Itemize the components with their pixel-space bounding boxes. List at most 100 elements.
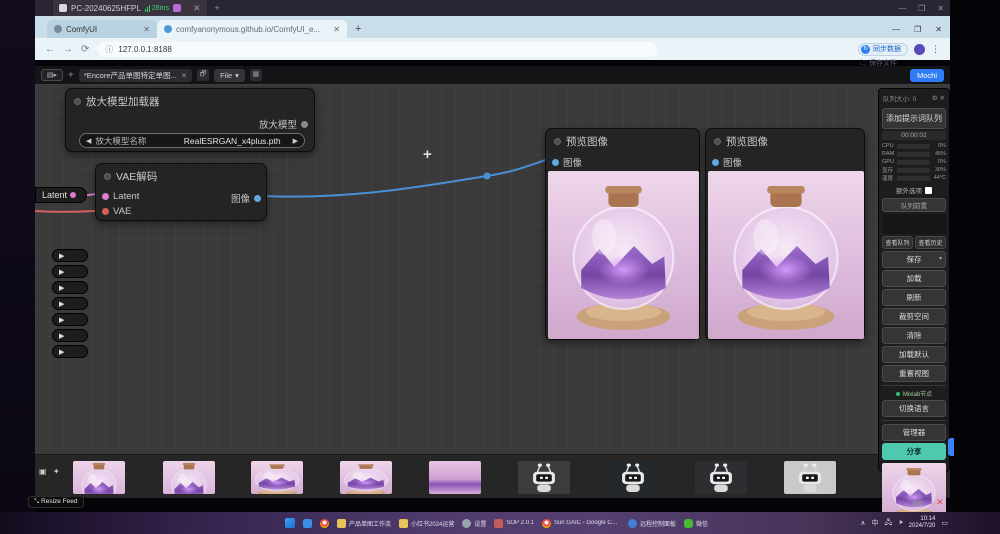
collapsed-node-stub[interactable]: ▶ [52, 313, 88, 326]
input-vae[interactable]: VAE [102, 206, 131, 217]
collapsed-node-stub[interactable]: ▶ [52, 329, 88, 342]
share-button[interactable]: 分享 [882, 443, 946, 460]
collapsed-node-stub[interactable]: ▶ [52, 249, 88, 262]
collapse-dot-icon[interactable] [104, 173, 111, 180]
maximize-icon[interactable]: ❐ [914, 25, 921, 34]
load-default-button[interactable]: 加载默认 [882, 346, 946, 363]
taskbar-app[interactable]: SOP 2.0.1 [494, 519, 534, 528]
extra-options-row[interactable]: 额外选项 [882, 185, 946, 195]
node-header[interactable]: 预览图像 [706, 129, 864, 152]
maximize-icon[interactable]: ❐ [918, 4, 925, 13]
feed-thumbnail[interactable] [607, 461, 659, 494]
address-bar[interactable]: ⓘ 127.0.0.1:8188 [97, 42, 657, 57]
profile-avatar[interactable] [914, 44, 925, 55]
close-tab-icon[interactable]: ✕ [143, 25, 150, 34]
collapse-dot-icon[interactable] [74, 98, 81, 105]
load-button[interactable]: 加载 [882, 270, 946, 287]
feed-thumbnail[interactable] [429, 461, 481, 494]
collapse-dot-icon[interactable] [554, 138, 561, 145]
new-workflow-button[interactable]: + [68, 70, 74, 81]
reload-icon[interactable]: ⟳ [81, 44, 89, 55]
view-history-button[interactable]: 查看历史 [915, 236, 946, 249]
taskbar-chrome-window[interactable]: Sun GAIC - Google Chro [542, 519, 620, 528]
chevron-down-icon[interactable]: ▾ [939, 255, 942, 262]
refresh-button[interactable]: 刷新 [882, 289, 946, 306]
feed-thumbnail[interactable] [784, 461, 836, 494]
input-dot-icon[interactable] [102, 208, 109, 215]
resize-feed-handle[interactable]: ⤡ Resize Feed [28, 496, 84, 508]
start-button[interactable] [285, 518, 295, 528]
new-session-button[interactable]: + [215, 3, 220, 13]
minimize-icon[interactable]: — [892, 25, 900, 34]
output-upscale-model[interactable]: 放大模型 [259, 117, 308, 131]
node-header[interactable]: 放大模型加载器 [66, 89, 314, 112]
minimize-icon[interactable]: — [898, 4, 906, 13]
back-icon[interactable]: ← [45, 44, 55, 55]
feed-thumbnail[interactable] [251, 461, 303, 494]
node-preview-image-2[interactable]: 预览图像 图像 [705, 128, 865, 340]
taskbar-folder[interactable]: 小红书2024运营 [399, 519, 454, 528]
browser-tab-active[interactable]: comfyanonymous.github.io/ComfyUI_e... ✕ [157, 20, 347, 38]
taskbar-app[interactable]: 远程控制面板 [628, 519, 676, 528]
latent-reroute-stub[interactable]: Latent [35, 187, 87, 203]
feed-thumbnail[interactable] [695, 461, 747, 494]
taskbar-folder[interactable]: 产品单图工作流 [337, 519, 391, 528]
save-workflow-icon[interactable]: 🗗 [197, 69, 209, 81]
feed-thumbnail[interactable] [73, 461, 125, 494]
gear-icon[interactable]: ⚙ [932, 94, 938, 102]
save-button[interactable]: 保存 ▾ [882, 251, 946, 268]
output-image[interactable]: 图像 [231, 191, 261, 205]
input-dot-icon[interactable] [552, 159, 559, 166]
collapsed-node-stub[interactable]: ▶ [52, 345, 88, 358]
collapsed-node-stub[interactable]: ▶ [52, 281, 88, 294]
tray-expand-icon[interactable]: ∧ [860, 519, 865, 527]
sync-button[interactable]: ↻ 同步数据 [858, 43, 908, 56]
collapsed-node-stub[interactable]: ▶ [52, 265, 88, 278]
next-arrow-icon[interactable]: ▶ [293, 137, 298, 145]
collapse-dot-icon[interactable] [714, 138, 721, 145]
node-header[interactable]: VAE解码 [96, 164, 266, 187]
mochi-button[interactable]: Mochi [910, 69, 944, 82]
close-feed-icon[interactable]: ✕ [936, 497, 944, 508]
queue-prompt-button[interactable]: 添加提示词队列 [882, 108, 946, 129]
collapsed-node-stub[interactable]: ▶ [52, 297, 88, 310]
input-image[interactable]: 图像 [712, 155, 742, 169]
feed-thumbnail[interactable] [518, 461, 570, 494]
close-workflow-icon[interactable]: ✕ [181, 71, 187, 80]
taskbar-settings[interactable]: 设置 [462, 519, 486, 528]
forward-icon[interactable]: → [63, 44, 73, 55]
output-dot-icon[interactable] [70, 192, 76, 198]
clear-button[interactable]: 清除 [882, 327, 946, 344]
volume-icon[interactable]: 🕩 [898, 519, 902, 527]
manager-button[interactable]: 管理器 [882, 424, 946, 441]
close-session-icon[interactable]: ✕ [193, 3, 201, 14]
language-indicator[interactable]: 中 [871, 518, 878, 528]
close-icon[interactable]: ✕ [935, 25, 942, 34]
output-dot-icon[interactable] [254, 195, 261, 202]
feed-grid-icon[interactable]: ▣ [39, 467, 47, 476]
node-preview-image-1[interactable]: 预览图像 图像 [545, 128, 700, 340]
sidebar-drag-handle[interactable] [948, 438, 954, 456]
input-dot-icon[interactable] [712, 159, 719, 166]
upscale-model-name-widget[interactable]: ◀ 放大模型名称 RealESRGAN_x4plus.pth ▶ [79, 133, 305, 148]
output-dot-icon[interactable] [301, 121, 308, 128]
close-tab-icon[interactable]: ✕ [333, 25, 340, 34]
clipspace-button[interactable]: 裁剪空间 [882, 308, 946, 325]
remote-session-tab[interactable]: PC-20240625HFPL 28ms ✕ [53, 0, 207, 16]
queue-front-button[interactable]: 队列前置 [882, 198, 946, 212]
node-canvas[interactable]: 放大模型加载器 放大模型 ◀ 放大模型名称 RealESRGAN_x4plus.… [35, 84, 950, 454]
checkbox-icon[interactable] [925, 187, 932, 194]
taskbar-clock[interactable]: 10:14 2024/7/20 [909, 516, 936, 530]
reset-view-button[interactable]: 重置视图 [882, 365, 946, 382]
file-menu-button[interactable]: File ▾ [214, 69, 245, 82]
node-header[interactable]: 预览图像 [546, 129, 699, 152]
close-icon[interactable]: ✕ [940, 94, 945, 102]
close-icon[interactable]: ✕ [937, 4, 944, 13]
prev-arrow-icon[interactable]: ◀ [86, 137, 91, 145]
workflow-folder-button[interactable]: ▤▸ [41, 69, 63, 81]
taskbar-app[interactable] [303, 519, 312, 528]
mixlab-nodes-row[interactable]: Mixlab节点 [882, 389, 946, 398]
layout-grid-icon[interactable]: ▦ [250, 69, 262, 81]
taskbar-app[interactable] [320, 519, 329, 528]
network-icon[interactable]: 🖧 [884, 518, 892, 529]
